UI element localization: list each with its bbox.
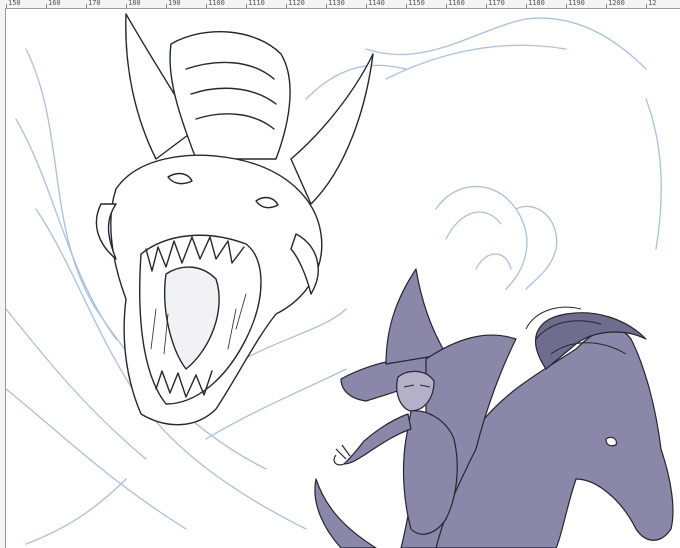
ruler-tick-label: 160 [48, 0, 61, 7]
ruler-tick-label: 1140 [368, 0, 385, 7]
ruler-tick [566, 4, 567, 8]
ruler-tick-label: 1180 [528, 0, 545, 7]
ruler-tick [446, 4, 447, 8]
ruler-tick-label: 170 [88, 0, 101, 7]
ruler-tick-label: 1130 [328, 0, 345, 7]
ruler-tick-label: 190 [168, 0, 181, 7]
ruler-tick [526, 4, 527, 8]
artwork [6, 13, 674, 548]
ruler-tick [406, 4, 407, 8]
ruler-tick [366, 4, 367, 8]
ruler-tick [246, 4, 247, 8]
ruler-tick-label: 1150 [408, 0, 425, 7]
ruler-tick [486, 4, 487, 8]
ruler-tick [46, 4, 47, 8]
ruler-tick-label: 1160 [448, 0, 465, 7]
top-ruler: 150 160 170 180 190 1100 1110 1120 1130 1140 1150 1… [0, 0, 680, 9]
ruler-tick [126, 4, 127, 8]
ruler-tick-label: 180 [128, 0, 141, 7]
ruler-tick-label: 150 [8, 0, 21, 7]
ruler-tick-label: 1200 [608, 0, 625, 7]
ruler-tick [606, 4, 607, 8]
ruler-tick [326, 4, 327, 8]
ruler-tick-label: 12 [648, 0, 657, 7]
dragon-head-lineart [95, 13, 374, 426]
ruler-tick [286, 4, 287, 8]
ruler-tick-label: 1170 [488, 0, 505, 7]
drawing-canvas[interactable] [6, 9, 680, 548]
ruler-tick [6, 4, 7, 8]
ruler-tick [86, 4, 87, 8]
ruler-tick-label: 1100 [208, 0, 225, 7]
ruler-tick [166, 4, 167, 8]
ruler-tick [646, 4, 647, 8]
ruler-tick [206, 4, 207, 8]
ruler-tick-label: 1120 [288, 0, 305, 7]
ruler-tick-label: 1190 [568, 0, 585, 7]
ruler-tick-label: 1110 [248, 0, 265, 7]
